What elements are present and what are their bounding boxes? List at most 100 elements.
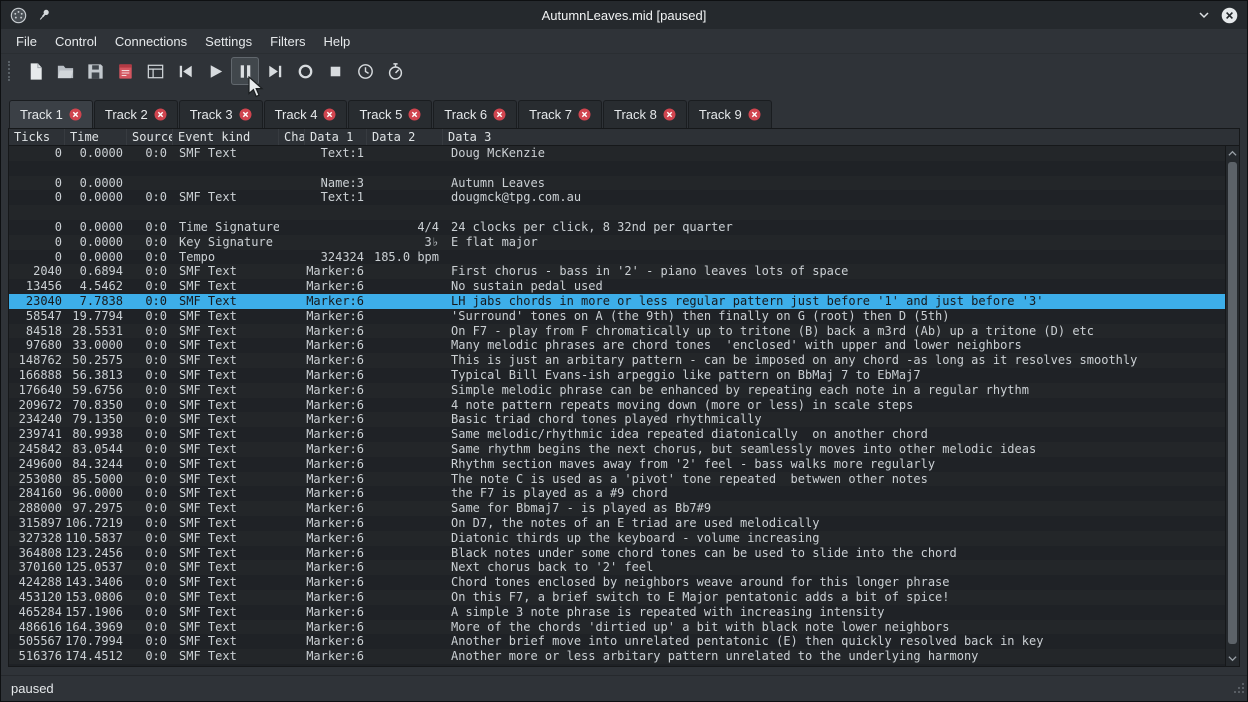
event-row[interactable]: 20967270.83500:0SMF TextMarker:64 note p… xyxy=(9,398,1225,413)
tab-track-9[interactable]: Track 9 xyxy=(688,100,772,128)
event-row[interactable]: 23424079.13500:0SMF TextMarker:6Basic tr… xyxy=(9,412,1225,427)
event-row[interactable]: 370160125.05370:0SMF TextMarker:6Next ch… xyxy=(9,560,1225,575)
chevron-down-icon[interactable] xyxy=(1197,8,1211,22)
event-row[interactable]: 00.00000:0Time Signature4/424 clocks per… xyxy=(9,220,1225,235)
tab-track-7[interactable]: Track 7 xyxy=(518,100,602,128)
event-row[interactable] xyxy=(9,205,1225,220)
column-header-data-2[interactable]: Data 2 xyxy=(367,129,443,145)
event-cell: Marker:6 xyxy=(305,294,367,309)
event-row[interactable]: 424288143.34060:0SMF TextMarker:6Chord t… xyxy=(9,575,1225,590)
scroll-down-icon[interactable] xyxy=(1226,652,1239,665)
column-header-data-3[interactable]: Data 3 xyxy=(443,129,1239,145)
tab-close-icon[interactable] xyxy=(493,108,506,121)
event-row[interactable]: 465284157.19060:0SMF TextMarker:6A simpl… xyxy=(9,605,1225,620)
tab-close-icon[interactable] xyxy=(239,108,252,121)
open-file-button[interactable] xyxy=(51,57,79,85)
event-row[interactable]: 00.00000:0Key Signature3♭E flat major xyxy=(9,235,1225,250)
event-cell: 0:0 xyxy=(127,620,173,635)
event-cell: 2040 xyxy=(9,264,65,279)
event-row[interactable]: 00.00000:0Tempo324324185.0 bpm xyxy=(9,250,1225,265)
event-row[interactable]: 24584283.05440:0SMF TextMarker:6Same rhy… xyxy=(9,442,1225,457)
menu-connections[interactable]: Connections xyxy=(106,31,196,52)
event-row[interactable]: 8451828.55310:0SMF TextMarker:6On F7 - p… xyxy=(9,324,1225,339)
event-row[interactable]: 24960084.32440:0SMF TextMarker:6Rhythm s… xyxy=(9,457,1225,472)
column-header-event-kind[interactable]: Event kind xyxy=(173,129,279,145)
event-cell: Another more or less arbitary pattern un… xyxy=(443,649,1225,664)
event-row[interactable]: 516376174.45120:0SMF TextMarker:6Another… xyxy=(9,649,1225,664)
event-row[interactable]: 327328110.58370:0SMF TextMarker:6Diatoni… xyxy=(9,531,1225,546)
event-row[interactable] xyxy=(9,161,1225,176)
event-cell: 0:0 xyxy=(127,279,173,294)
event-row[interactable]: 17664059.67560:0SMF TextMarker:6Simple m… xyxy=(9,383,1225,398)
event-row[interactable]: 00.00000:0SMF TextText:1dougmck@tpg.com.… xyxy=(9,190,1225,205)
scroll-up-icon[interactable] xyxy=(1226,147,1239,160)
event-row[interactable]: 28800097.29750:0SMF TextMarker:6Same for… xyxy=(9,501,1225,516)
save-file-button[interactable] xyxy=(81,57,109,85)
tab-close-icon[interactable] xyxy=(408,108,421,121)
event-row[interactable]: 505567170.79940:0SMF TextMarker:6Another… xyxy=(9,634,1225,649)
pin-icon[interactable] xyxy=(36,7,52,23)
tab-close-icon[interactable] xyxy=(154,108,167,121)
event-row[interactable]: 315897106.72190:0SMF TextMarker:6On D7, … xyxy=(9,516,1225,531)
tab-close-icon[interactable] xyxy=(748,108,761,121)
event-row[interactable]: 16688856.38130:0SMF TextMarker:6Typical … xyxy=(9,368,1225,383)
event-cell xyxy=(127,176,173,191)
event-cell xyxy=(279,457,305,472)
event-cell: 97680 xyxy=(9,338,65,353)
timer-button[interactable] xyxy=(351,57,379,85)
tab-close-icon[interactable] xyxy=(663,108,676,121)
event-row[interactable]: 230407.78380:0SMF TextMarker:6LH jabs ch… xyxy=(9,294,1225,309)
new-file-button[interactable] xyxy=(21,57,49,85)
tab-close-icon[interactable] xyxy=(69,108,82,121)
column-header-source[interactable]: Source xyxy=(127,129,173,145)
play-button[interactable] xyxy=(201,57,229,85)
scrollbar-thumb[interactable] xyxy=(1228,162,1237,644)
toolbar-drag-handle[interactable] xyxy=(8,61,15,81)
event-row[interactable]: 364808123.24560:0SMF TextMarker:6Black n… xyxy=(9,546,1225,561)
pause-button[interactable] xyxy=(231,57,259,85)
skip-forward-button[interactable] xyxy=(261,57,289,85)
event-row[interactable]: 23974180.99380:0SMF TextMarker:6Same mel… xyxy=(9,427,1225,442)
column-header-ticks[interactable]: Ticks xyxy=(9,129,65,145)
event-row[interactable]: 20400.68940:0SMF TextMarker:6First choru… xyxy=(9,264,1225,279)
tab-track-8[interactable]: Track 8 xyxy=(603,100,687,128)
record-button[interactable] xyxy=(291,57,319,85)
event-row[interactable]: 5854719.77940:0SMF TextMarker:6'Surround… xyxy=(9,309,1225,324)
event-row[interactable]: 00.0000Name:3Autumn Leaves xyxy=(9,176,1225,191)
menu-help[interactable]: Help xyxy=(315,31,360,52)
record-view-button[interactable] xyxy=(111,57,139,85)
tab-track-3[interactable]: Track 3 xyxy=(179,100,263,128)
event-row[interactable]: 486616164.39690:0SMF TextMarker:6More of… xyxy=(9,620,1225,635)
event-cell: 0:0 xyxy=(127,605,173,620)
stop-button[interactable] xyxy=(321,57,349,85)
tab-close-icon[interactable] xyxy=(323,108,336,121)
menu-filters[interactable]: Filters xyxy=(261,31,314,52)
event-row[interactable]: 134564.54620:0SMF TextMarker:6No sustain… xyxy=(9,279,1225,294)
event-cell: Black notes under some chord tones can b… xyxy=(443,546,1225,561)
tab-track-2[interactable]: Track 2 xyxy=(94,100,178,128)
vertical-scrollbar[interactable] xyxy=(1225,146,1239,666)
event-row[interactable]: 25308085.50000:0SMF TextMarker:6The note… xyxy=(9,472,1225,487)
column-header-time[interactable]: Time xyxy=(65,129,127,145)
close-icon[interactable] xyxy=(1221,7,1238,24)
skip-backward-button[interactable] xyxy=(171,57,199,85)
resize-grip-icon[interactable] xyxy=(1233,681,1245,699)
event-row[interactable]: 14876250.25750:0SMF TextMarker:6This is … xyxy=(9,353,1225,368)
event-cell xyxy=(279,531,305,546)
event-row[interactable]: 00.00000:0SMF TextText:1Doug McKenzie xyxy=(9,146,1225,161)
event-row[interactable]: 9768033.00000:0SMF TextMarker:6Many melo… xyxy=(9,338,1225,353)
menu-settings[interactable]: Settings xyxy=(196,31,261,52)
menu-file[interactable]: File xyxy=(7,31,46,52)
event-row[interactable]: 28416096.00000:0SMF TextMarker:6the F7 i… xyxy=(9,486,1225,501)
tab-track-6[interactable]: Track 6 xyxy=(433,100,517,128)
stopwatch-button[interactable] xyxy=(381,57,409,85)
tab-track-1[interactable]: Track 1 xyxy=(9,100,93,128)
event-row[interactable]: 453120153.08060:0SMF TextMarker:6On this… xyxy=(9,590,1225,605)
tab-track-4[interactable]: Track 4 xyxy=(264,100,348,128)
event-list-button[interactable] xyxy=(141,57,169,85)
column-header-chan[interactable]: Chan xyxy=(279,129,305,145)
tab-close-icon[interactable] xyxy=(578,108,591,121)
tab-track-5[interactable]: Track 5 xyxy=(348,100,432,128)
menu-control[interactable]: Control xyxy=(46,31,106,52)
column-header-data-1[interactable]: Data 1 xyxy=(305,129,367,145)
